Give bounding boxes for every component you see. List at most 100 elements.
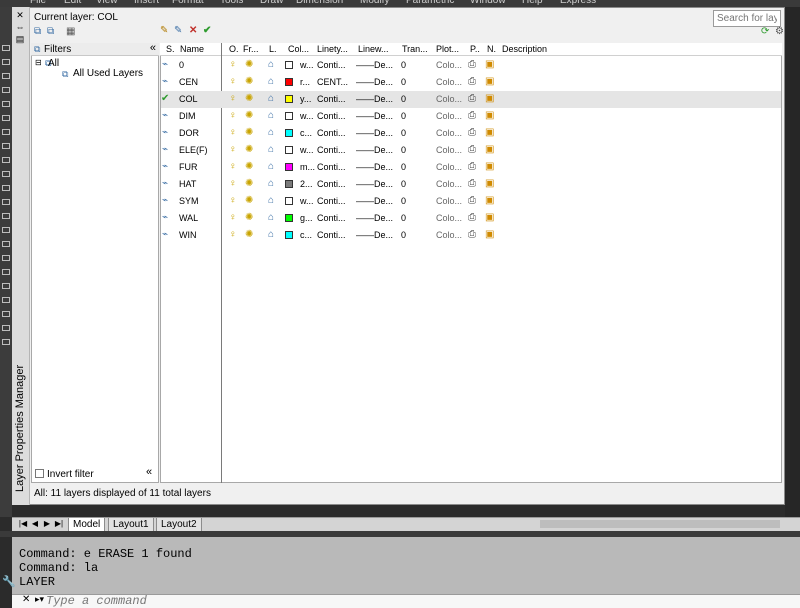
layer-row[interactable]: ⌁ SYM ♀ ✺ ⌂ w... Conti... —— De... 0 Colo... ⎙ ▣ — [161, 193, 781, 210]
layer-transparency[interactable]: 0 — [401, 213, 406, 223]
horizontal-scrollbar[interactable] — [540, 520, 780, 528]
unlock-icon[interactable]: ⌂ — [268, 212, 274, 223]
color-swatch[interactable] — [285, 180, 293, 188]
layer-lineweight[interactable]: De... — [374, 128, 393, 138]
palette-title-bar[interactable]: ✕ ⇔ ▤ Layer Properties Manager — [12, 7, 30, 505]
draw-tool-icon[interactable] — [2, 339, 10, 345]
auto-hide-icon[interactable]: ⇔ — [15, 23, 25, 32]
thaw-sun-icon[interactable]: ✺ — [245, 127, 253, 138]
new-layer-vp-frozen-icon[interactable]: ✎ — [174, 26, 182, 36]
close-icon[interactable]: ✕ — [22, 594, 30, 605]
menu-item-window[interactable]: Window — [470, 0, 506, 6]
printer-icon[interactable]: ⎙ — [468, 110, 476, 121]
layer-linetype[interactable]: Conti... — [317, 162, 346, 172]
draw-tool-icon[interactable] — [2, 129, 10, 135]
color-swatch[interactable] — [285, 112, 293, 120]
layer-color-name[interactable]: g... — [300, 213, 313, 223]
on-bulb-icon[interactable]: ♀ — [229, 195, 237, 206]
printer-icon[interactable]: ⎙ — [468, 93, 476, 104]
unlock-icon[interactable]: ⌂ — [268, 161, 274, 172]
on-bulb-icon[interactable]: ♀ — [229, 127, 237, 138]
layer-color-name[interactable]: m... — [300, 162, 315, 172]
layer-row[interactable]: ⌁ DOR ♀ ✺ ⌂ c... Conti... —— De... 0 Colo... ⎙ ▣ — [161, 125, 781, 142]
layer-row[interactable]: ⌁ DIM ♀ ✺ ⌂ w... Conti... —— De... 0 Colo... ⎙ ▣ — [161, 108, 781, 125]
thaw-sun-icon[interactable]: ✺ — [245, 161, 253, 172]
tab-layout2[interactable]: Layout2 — [156, 518, 202, 532]
layer-lineweight[interactable]: De... — [374, 196, 393, 206]
layer-color-name[interactable]: 2... — [300, 179, 313, 189]
draw-tool-icon[interactable] — [2, 199, 10, 205]
layer-lineweight[interactable]: De... — [374, 77, 393, 87]
first-tab-icon[interactable]: |◀ — [18, 519, 28, 529]
new-vp-freeze-icon[interactable]: ▣ — [485, 110, 494, 121]
column-plot[interactable]: P.. — [470, 44, 480, 54]
on-bulb-icon[interactable]: ♀ — [229, 93, 237, 104]
unlock-icon[interactable]: ⌂ — [268, 59, 274, 70]
color-swatch[interactable] — [285, 214, 293, 222]
thaw-sun-icon[interactable]: ✺ — [245, 212, 253, 223]
layer-color-name[interactable]: r... — [300, 77, 310, 87]
printer-icon[interactable]: ⎙ — [468, 76, 476, 87]
layer-linetype[interactable]: Conti... — [317, 111, 346, 121]
menu-item-modify[interactable]: Modify — [360, 0, 389, 6]
menu-item-help[interactable]: Help — [522, 0, 543, 6]
command-prompt-icon[interactable]: ▸▾ — [35, 594, 44, 605]
layer-linetype[interactable]: Conti... — [317, 145, 346, 155]
thaw-sun-icon[interactable]: ✺ — [245, 195, 253, 206]
printer-icon[interactable]: ⎙ — [468, 212, 476, 223]
unlock-icon[interactable]: ⌂ — [268, 127, 274, 138]
thaw-sun-icon[interactable]: ✺ — [245, 144, 253, 155]
printer-icon[interactable]: ⎙ — [468, 178, 476, 189]
tab-model[interactable]: Model — [68, 518, 106, 532]
close-icon[interactable]: ✕ — [15, 11, 25, 20]
printer-icon[interactable]: ⎙ — [468, 195, 476, 206]
next-tab-icon[interactable]: ▶ — [42, 519, 52, 529]
draw-tool-icon[interactable] — [2, 45, 10, 51]
printer-icon[interactable]: ⎙ — [468, 127, 476, 138]
unlock-icon[interactable]: ⌂ — [268, 76, 274, 87]
layer-transparency[interactable]: 0 — [401, 77, 406, 87]
layer-row[interactable]: ⌁ FUR ♀ ✺ ⌂ m... Conti... —— De... 0 Colo... ⎙ ▣ — [161, 159, 781, 176]
column-linetype[interactable]: Linety... — [317, 44, 348, 54]
layer-transparency[interactable]: 0 — [401, 128, 406, 138]
tab-layout1[interactable]: Layout1 — [108, 518, 154, 532]
layer-row[interactable]: ✔ COL ♀ ✺ ⌂ y... Conti... —— De... 0 Colo... ⎙ ▣ — [161, 91, 781, 108]
column-color[interactable]: Col... — [288, 44, 309, 54]
on-bulb-icon[interactable]: ♀ — [229, 229, 237, 240]
thaw-sun-icon[interactable]: ✺ — [245, 76, 253, 87]
layer-linetype[interactable]: Conti... — [317, 94, 346, 104]
layer-transparency[interactable]: 0 — [401, 94, 406, 104]
new-vp-freeze-icon[interactable]: ▣ — [485, 212, 494, 223]
new-vp-freeze-icon[interactable]: ▣ — [485, 59, 494, 70]
unlock-icon[interactable]: ⌂ — [268, 93, 274, 104]
layer-transparency[interactable]: 0 — [401, 162, 406, 172]
layer-transparency[interactable]: 0 — [401, 60, 406, 70]
column-freeze[interactable]: Fr... — [243, 44, 259, 54]
printer-icon[interactable]: ⎙ — [468, 229, 476, 240]
layer-color-name[interactable]: w... — [300, 111, 314, 121]
draw-tool-icon[interactable] — [2, 227, 10, 233]
menu-item-parametric[interactable]: Parametric — [406, 0, 454, 6]
unlock-icon[interactable]: ⌂ — [268, 178, 274, 189]
on-bulb-icon[interactable]: ♀ — [229, 178, 237, 189]
draw-tool-icon[interactable] — [2, 297, 10, 303]
color-swatch[interactable] — [285, 129, 293, 137]
layer-name[interactable]: WIN — [179, 230, 197, 240]
draw-tool-icon[interactable] — [2, 87, 10, 93]
new-property-filter-icon[interactable]: ⧉ — [34, 27, 41, 37]
settings-icon[interactable]: ⚙ — [775, 27, 784, 37]
command-input[interactable]: Type a command — [46, 594, 147, 608]
printer-icon[interactable]: ⎙ — [468, 161, 476, 172]
layer-lineweight[interactable]: De... — [374, 230, 393, 240]
tree-collapse-icon[interactable]: ⊟ — [35, 58, 42, 67]
wrench-icon[interactable]: 🔧 — [2, 575, 16, 588]
menu-item-tools[interactable]: Tools — [220, 0, 243, 6]
column-lineweight[interactable]: Linew... — [358, 44, 389, 54]
new-vp-freeze-icon[interactable]: ▣ — [485, 93, 494, 104]
layer-transparency[interactable]: 0 — [401, 111, 406, 121]
column-on[interactable]: O. — [229, 44, 239, 54]
color-swatch[interactable] — [285, 163, 293, 171]
draw-tool-icon[interactable] — [2, 143, 10, 149]
on-bulb-icon[interactable]: ♀ — [229, 76, 237, 87]
draw-tool-icon[interactable] — [2, 325, 10, 331]
